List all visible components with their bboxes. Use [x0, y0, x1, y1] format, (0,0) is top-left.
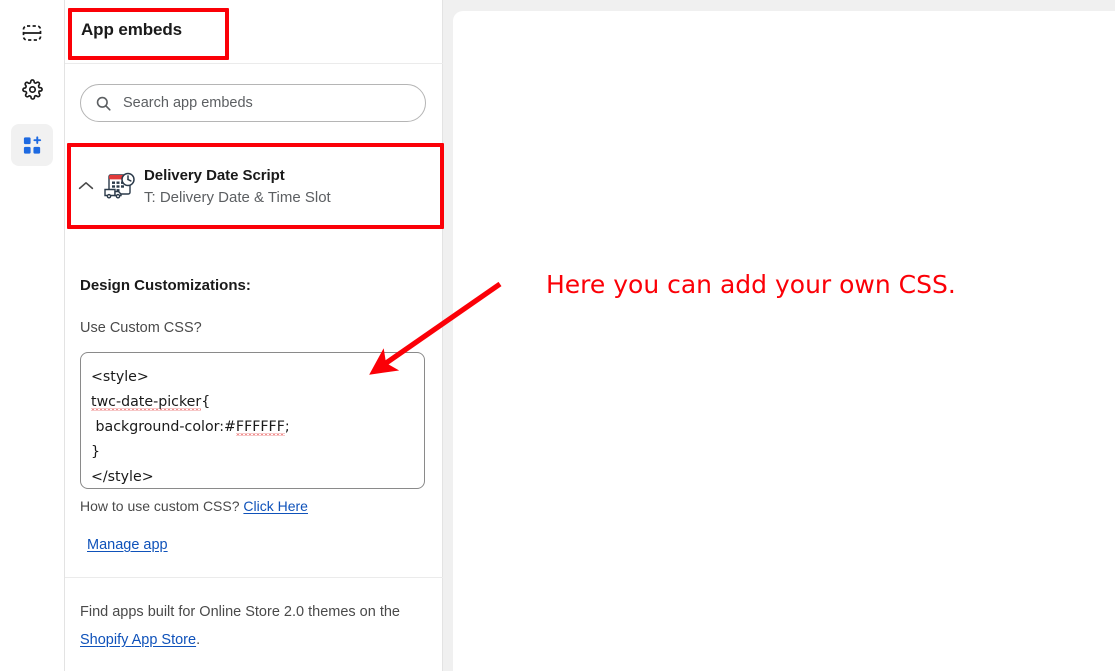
footnote-prefix: Find apps built for Online Store 2.0 the…: [80, 604, 400, 620]
manage-app-row: Manage app: [87, 537, 168, 553]
page-title: App embeds: [81, 20, 183, 39]
sidebar-item-sections[interactable]: [11, 12, 53, 54]
editor-icon-rail: [0, 0, 65, 671]
shopify-app-store-link[interactable]: Shopify App Store: [80, 632, 196, 648]
search-app-embeds-field[interactable]: [80, 84, 426, 122]
css-line-3: background-color:#FFFFFF;: [91, 419, 290, 435]
css-line-5: </style>: [91, 469, 154, 485]
custom-css-label: Use Custom CSS?: [80, 320, 202, 336]
app-store-footnote: Find apps built for Online Store 2.0 the…: [80, 598, 420, 654]
theme-editor-screen: App embeds Search app embeds Delivery Da…: [0, 0, 1115, 671]
theme-preview-canvas[interactable]: [453, 11, 1115, 671]
manage-app-link[interactable]: Manage app: [87, 537, 168, 553]
sidebar-item-theme-settings[interactable]: [11, 68, 53, 110]
custom-css-help: How to use custom CSS? Click Here: [80, 498, 308, 514]
custom-css-help-text: How to use custom CSS?: [80, 498, 240, 514]
chevron-up-icon[interactable]: [78, 178, 94, 196]
app-blocks-icon: [22, 135, 43, 156]
panel-divider: [65, 577, 443, 578]
css-line-4: }: [91, 444, 101, 460]
sidebar-item-apps[interactable]: [11, 124, 53, 166]
custom-css-textarea[interactable]: <style> twc-date-picker{ background-colo…: [80, 352, 425, 489]
sections-icon: [22, 23, 42, 43]
design-customizations-heading: Design Customizations:: [80, 277, 251, 294]
misspelled-ffffff: FFFFFF: [235, 419, 285, 435]
css-line-2: twc-date-picker{: [91, 394, 211, 410]
panel-header: App embeds: [65, 0, 443, 64]
click-here-link[interactable]: Click Here: [243, 498, 308, 514]
search-input[interactable]: [123, 95, 403, 111]
app-embeds-panel: App embeds Search app embeds Delivery Da…: [65, 0, 491, 671]
search-icon: [95, 95, 112, 112]
app-embed-title: Delivery Date Script: [144, 167, 285, 184]
app-embed-delivery-date-script[interactable]: Delivery Date Script T: Delivery Date & …: [65, 148, 443, 222]
gear-icon: [21, 78, 43, 100]
footnote-suffix: .: [196, 632, 201, 648]
theme-preview-stage: [443, 0, 1115, 671]
annotation-callout-text: Here you can add your own CSS.: [546, 270, 956, 299]
css-line-1: <style>: [91, 369, 149, 385]
app-embed-texts: Delivery Date Script T: Delivery Date & …: [144, 166, 331, 209]
delivery-calendar-clock-icon: [102, 167, 138, 203]
misspelled-twc-date-picker: twc-date-picker: [91, 394, 202, 410]
app-embed-subtitle: T: Delivery Date & Time Slot: [144, 189, 331, 206]
